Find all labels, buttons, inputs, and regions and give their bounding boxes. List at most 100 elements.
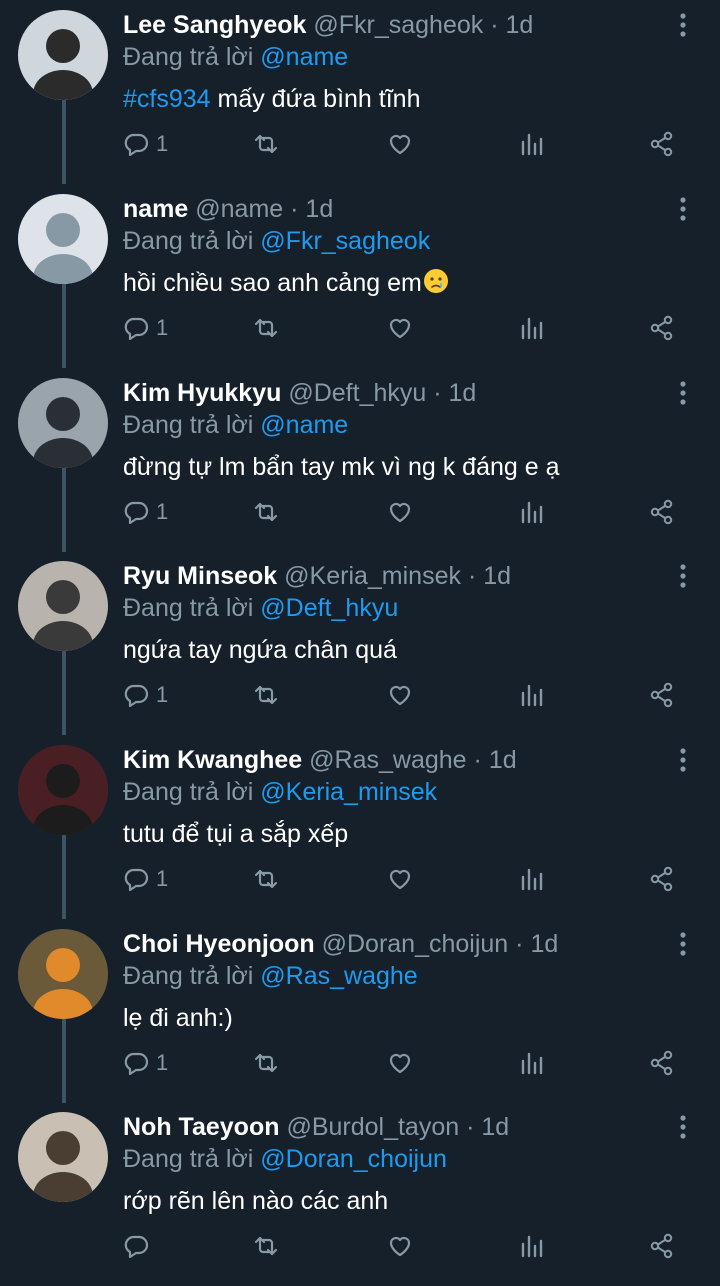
more-options-icon[interactable] — [668, 378, 698, 408]
reply-button[interactable]: 1 — [122, 675, 168, 715]
reply-count: 1 — [156, 682, 169, 707]
analytics-button[interactable] — [518, 492, 546, 532]
retweet-icon — [254, 502, 278, 522]
tweet-actions — [120, 1226, 700, 1266]
reply-button[interactable]: 1 — [122, 124, 168, 164]
tweet[interactable]: Choi Hyeonjoon @Doran_choijun · 1d Đang … — [0, 919, 720, 1103]
user-handle[interactable]: @Ras_waghe — [309, 746, 466, 774]
display-name[interactable]: Noh Taeyoon — [123, 1113, 279, 1141]
tweet-actions: 1 — [120, 675, 700, 715]
retweet-icon — [254, 1053, 278, 1073]
avatar[interactable] — [18, 745, 108, 835]
reply-icon — [124, 133, 149, 157]
user-handle[interactable]: @Fkr_sagheok — [313, 11, 483, 39]
reply-button[interactable]: 1 — [122, 1043, 168, 1083]
more-options-icon[interactable] — [668, 745, 698, 775]
replying-to-mention[interactable]: @Fkr_sagheok — [260, 227, 430, 255]
more-options-icon[interactable] — [668, 561, 698, 591]
display-name[interactable]: Kim Hyukkyu — [123, 379, 281, 407]
like-button[interactable] — [386, 308, 414, 348]
share-button[interactable] — [648, 675, 676, 715]
share-button[interactable] — [648, 124, 676, 164]
user-handle[interactable]: @name — [195, 195, 283, 223]
analytics-button[interactable] — [518, 859, 546, 899]
hashtag-link[interactable]: #cfs934 — [123, 85, 211, 113]
more-options-icon[interactable] — [668, 929, 698, 959]
user-handle[interactable]: @Deft_hkyu — [288, 379, 426, 407]
analytics-button[interactable] — [518, 1043, 546, 1083]
analytics-button[interactable] — [518, 308, 546, 348]
timestamp[interactable]: 1d — [481, 1113, 509, 1141]
retweet-button[interactable] — [252, 1043, 280, 1083]
replying-to-mention[interactable]: @name — [260, 411, 348, 439]
reply-button[interactable]: 1 — [122, 308, 168, 348]
display-name[interactable]: Ryu Minseok — [123, 562, 277, 590]
share-button[interactable] — [648, 308, 676, 348]
like-button[interactable] — [386, 1226, 414, 1266]
share-button[interactable] — [648, 492, 676, 532]
reply-button[interactable]: 1 — [122, 492, 168, 532]
analytics-button[interactable] — [518, 124, 546, 164]
like-button[interactable] — [386, 124, 414, 164]
timestamp[interactable]: 1d — [449, 379, 477, 407]
like-button[interactable] — [386, 675, 414, 715]
user-handle[interactable]: @Keria_minsek — [284, 562, 461, 590]
display-name[interactable]: name — [123, 195, 188, 223]
like-button[interactable] — [386, 492, 414, 532]
share-button[interactable] — [648, 859, 676, 899]
replying-to-label: Đang trả lời — [123, 1145, 254, 1173]
avatar[interactable] — [18, 561, 108, 651]
replying-to-mention[interactable]: @Doran_choijun — [260, 1145, 447, 1173]
share-button[interactable] — [648, 1226, 676, 1266]
tweet-body: đừng tự lm bẩn tay mk vì ng k đáng e ạ — [123, 453, 560, 481]
avatar[interactable] — [18, 378, 108, 468]
tweet[interactable]: Noh Taeyoon @Burdol_tayon · 1d Đang trả … — [0, 1102, 720, 1286]
avatar[interactable] — [18, 1112, 108, 1202]
timestamp[interactable]: 1d — [483, 562, 511, 590]
tweet-body: rớp rẽn lên nào các anh — [123, 1187, 389, 1215]
more-options-icon[interactable] — [668, 1112, 698, 1142]
reply-button[interactable]: 1 — [122, 859, 168, 899]
tweet[interactable]: Lee Sanghyeok @Fkr_sagheok · 1d Đang trả… — [0, 0, 720, 184]
timestamp[interactable]: 1d — [530, 930, 558, 958]
display-name[interactable]: Kim Kwanghee — [123, 746, 302, 774]
retweet-button[interactable] — [252, 492, 280, 532]
share-icon — [650, 499, 673, 525]
replying-to-mention[interactable]: @Keria_minsek — [260, 778, 437, 806]
avatar[interactable] — [18, 194, 108, 284]
retweet-button[interactable] — [252, 675, 280, 715]
timestamp[interactable]: 1d — [305, 195, 333, 223]
tweet-body: ngứa tay ngứa chân quá — [123, 636, 397, 664]
replying-to-mention[interactable]: @Ras_waghe — [260, 962, 417, 990]
user-handle[interactable]: @Doran_choijun — [322, 930, 509, 958]
thread-connector-line — [62, 284, 66, 368]
display-name[interactable]: Choi Hyeonjoon — [123, 930, 315, 958]
share-button[interactable] — [648, 1043, 676, 1083]
stats-icon — [521, 868, 543, 891]
avatar[interactable] — [18, 10, 108, 100]
timestamp[interactable]: 1d — [506, 11, 534, 39]
like-button[interactable] — [386, 859, 414, 899]
like-button[interactable] — [386, 1043, 414, 1083]
replying-to-label: Đang trả lời — [123, 778, 254, 806]
reply-button[interactable] — [122, 1226, 156, 1266]
analytics-button[interactable] — [518, 675, 546, 715]
replying-to-mention[interactable]: @name — [260, 43, 348, 71]
more-options-icon[interactable] — [668, 194, 698, 224]
tweet[interactable]: Kim Kwanghee @Ras_waghe · 1d Đang trả lờ… — [0, 735, 720, 919]
display-name[interactable]: Lee Sanghyeok — [123, 11, 306, 39]
avatar[interactable] — [18, 929, 108, 1019]
retweet-button[interactable] — [252, 859, 280, 899]
tweet[interactable]: Kim Hyukkyu @Deft_hkyu · 1d Đang trả lời… — [0, 368, 720, 552]
more-options-icon[interactable] — [668, 10, 698, 40]
retweet-button[interactable] — [252, 1226, 280, 1266]
tweet-actions: 1 — [120, 308, 700, 348]
timestamp[interactable]: 1d — [489, 746, 517, 774]
tweet[interactable]: Ryu Minseok @Keria_minsek · 1d Đang trả … — [0, 551, 720, 735]
tweet[interactable]: name @name · 1d Đang trả lời @Fkr_sagheo… — [0, 184, 720, 368]
replying-to-mention[interactable]: @Deft_hkyu — [260, 594, 398, 622]
analytics-button[interactable] — [518, 1226, 546, 1266]
user-handle[interactable]: @Burdol_tayon — [286, 1113, 459, 1141]
retweet-button[interactable] — [252, 308, 280, 348]
retweet-button[interactable] — [252, 124, 280, 164]
